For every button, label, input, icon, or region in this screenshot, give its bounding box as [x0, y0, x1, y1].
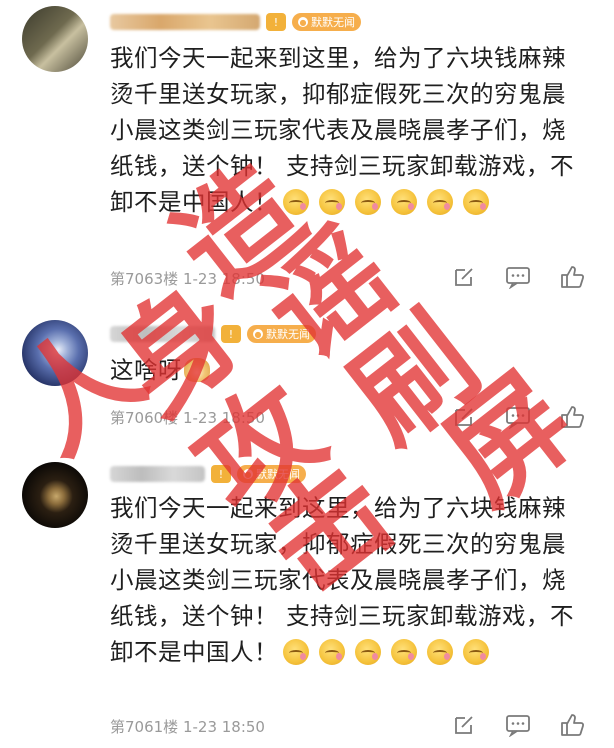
smiling-face-emoji [283, 639, 309, 665]
comment-item-3: ! ● 默默无闻 我们今天一起来到这里，给为了六块钱麻辣烫千里送女玩家，抑郁症假… [0, 448, 614, 748]
edit-icon[interactable] [450, 712, 478, 738]
user-title-badge: ● 默默无闻 [292, 13, 361, 31]
smiling-face-emoji [319, 189, 345, 215]
comment-actions [450, 404, 586, 430]
badge-icon: ● [243, 469, 253, 479]
comment-icon[interactable] [504, 712, 532, 738]
badge-label: 默默无闻 [311, 16, 355, 29]
smiling-face-emoji [283, 189, 309, 215]
comment-item-1: ! ● 默默无闻 我们今天一起来到这里，给为了六块钱麻辣烫千里送女玩家，抑郁症假… [0, 0, 614, 302]
comment-icon[interactable] [504, 264, 532, 290]
floor-and-time: 第7063楼 1-23 18:50 [110, 270, 265, 288]
thumbs-up-icon[interactable] [558, 712, 586, 738]
badge-label: 默默无闻 [266, 328, 310, 341]
badge-icon: ● [253, 329, 263, 339]
floor-and-time: 第7060楼 1-23 18:50 [110, 409, 265, 427]
smiling-face-emoji [463, 639, 489, 665]
user-title-badge: ● 默默无闻 [237, 465, 306, 483]
user-avatar[interactable] [22, 6, 88, 72]
blurred-username[interactable] [110, 326, 215, 342]
edit-icon[interactable] [450, 264, 478, 290]
smiling-face-emoji [391, 639, 417, 665]
doge-emoji [184, 358, 210, 382]
blurred-username[interactable] [110, 14, 260, 30]
user-title-badge: ● 默默无闻 [247, 325, 316, 343]
comment-actions [450, 712, 586, 738]
level-icon: ! [221, 325, 241, 343]
user-avatar[interactable] [22, 462, 88, 528]
badge-icon: ● [298, 17, 308, 27]
level-icon: ! [211, 465, 231, 483]
thumbs-up-icon[interactable] [558, 264, 586, 290]
comment-item-2: ! ● 默默无闻 这啥呀 第7060楼 1-23 18:50 [0, 302, 614, 448]
comment-actions [450, 264, 586, 290]
comment-body: 这啥呀 [110, 356, 182, 384]
smiling-face-emoji [391, 189, 417, 215]
badge-label: 默默无闻 [256, 468, 300, 481]
smiling-face-emoji [463, 189, 489, 215]
comment-body: 我们今天一起来到这里，给为了六块钱麻辣烫千里送女玩家，抑郁症假死三次的穷鬼晨小晨… [110, 494, 574, 666]
smiling-face-emoji [427, 639, 453, 665]
blurred-username[interactable] [110, 466, 205, 482]
comment-text: 我们今天一起来到这里，给为了六块钱麻辣烫千里送女玩家，抑郁症假死三次的穷鬼晨小晨… [110, 40, 580, 220]
smiling-face-emoji [319, 639, 345, 665]
smiling-face-emoji [427, 189, 453, 215]
smiling-face-emoji [355, 189, 381, 215]
smiling-face-emoji [355, 639, 381, 665]
edit-icon[interactable] [450, 404, 478, 430]
user-avatar[interactable] [22, 320, 88, 386]
floor-and-time: 第7061楼 1-23 18:50 [110, 718, 265, 736]
comment-body: 我们今天一起来到这里，给为了六块钱麻辣烫千里送女玩家，抑郁症假死三次的穷鬼晨小晨… [110, 44, 574, 216]
thumbs-up-icon[interactable] [558, 404, 586, 430]
comment-text: 这啥呀 [110, 352, 580, 388]
comment-text: 我们今天一起来到这里，给为了六块钱麻辣烫千里送女玩家，抑郁症假死三次的穷鬼晨小晨… [110, 490, 580, 670]
comment-icon[interactable] [504, 404, 532, 430]
level-icon: ! [266, 13, 286, 31]
